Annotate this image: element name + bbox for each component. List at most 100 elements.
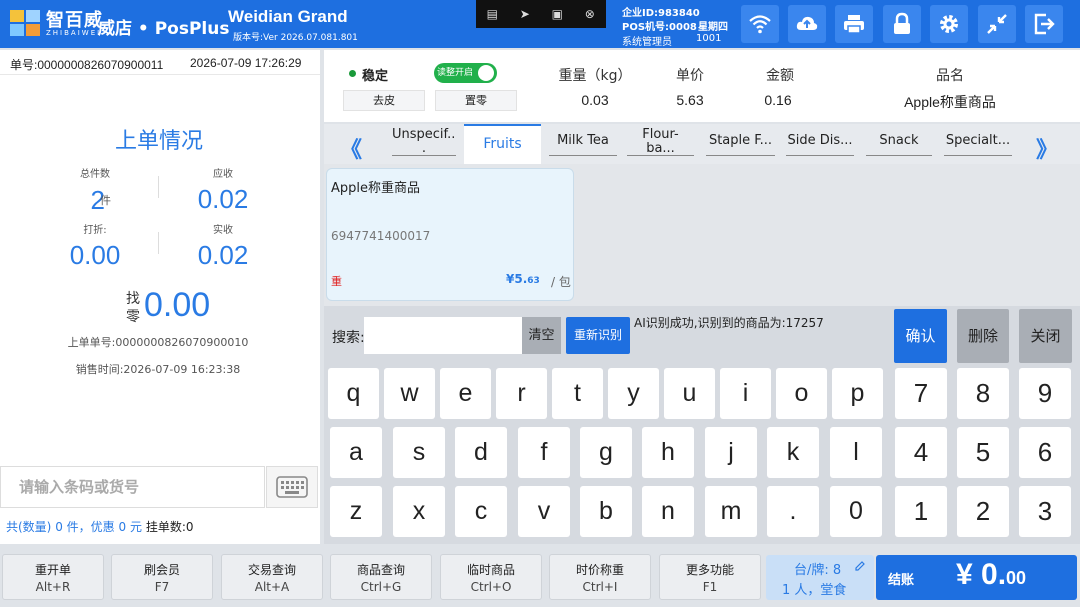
reopen-order-button[interactable]: 重开单 Alt+R xyxy=(2,554,104,600)
receivable-label: 应收 xyxy=(213,169,233,180)
keyboard-toggle-button[interactable] xyxy=(266,466,318,508)
key-h[interactable]: h xyxy=(642,427,694,478)
brand-logo xyxy=(8,6,42,42)
key-n[interactable]: n xyxy=(642,486,694,537)
toggle-knob xyxy=(478,65,494,81)
key-5[interactable]: 5 xyxy=(957,427,1009,478)
key-0[interactable]: 0 xyxy=(830,486,882,537)
brand-name-en: ZHIBAIWEI xyxy=(46,29,102,37)
tab-staple-food[interactable]: Staple F... xyxy=(706,127,775,156)
temp-product-button[interactable]: 临时商品 Ctrl+O xyxy=(440,554,542,600)
exit-button[interactable] xyxy=(1025,5,1063,43)
key-f[interactable]: f xyxy=(518,427,570,478)
lock-button[interactable] xyxy=(883,5,921,43)
key-r[interactable]: r xyxy=(496,368,547,419)
close-icon[interactable]: ⊗ xyxy=(579,7,601,21)
key-m[interactable]: m xyxy=(705,486,757,537)
search-input[interactable] xyxy=(364,317,522,354)
key-y[interactable]: y xyxy=(608,368,659,419)
tab-specialty[interactable]: Specialt... xyxy=(944,127,1012,156)
cloud-sync-button[interactable] xyxy=(788,5,826,43)
key-8[interactable]: 8 xyxy=(957,368,1009,419)
key-a[interactable]: a xyxy=(330,427,382,478)
key-l[interactable]: l xyxy=(830,427,882,478)
barcode-input[interactable]: 请输入条码或货号 xyxy=(0,466,265,508)
key-q[interactable]: q xyxy=(328,368,379,419)
key-k[interactable]: k xyxy=(767,427,819,478)
key-v[interactable]: v xyxy=(518,486,570,537)
key-3[interactable]: 3 xyxy=(1019,486,1071,537)
shortcut-label: Alt+R xyxy=(35,580,71,594)
key-9[interactable]: 9 xyxy=(1019,368,1071,419)
button-label: 商品查询 xyxy=(356,563,405,577)
price-weigh-button[interactable]: 时价称重 Ctrl+I xyxy=(549,554,651,600)
zero-button[interactable]: 置零 xyxy=(435,90,517,111)
more-functions-button[interactable]: 更多功能 F1 xyxy=(659,554,761,600)
tab-flour-based[interactable]: Flour- ba... xyxy=(627,127,694,156)
search-label: 搜索: xyxy=(332,330,365,346)
key-j[interactable]: j xyxy=(705,427,757,478)
key-dot[interactable]: . xyxy=(767,486,819,537)
product-query-button[interactable]: 商品查询 Ctrl+G xyxy=(330,554,432,600)
store-name: Weidian Grand xyxy=(228,7,348,26)
key-z[interactable]: z xyxy=(330,486,382,537)
minimize-button[interactable] xyxy=(978,5,1016,43)
divider xyxy=(158,232,159,254)
screenshot-icon[interactable]: ▤ xyxy=(481,7,503,21)
tabs-next-icon[interactable]: 》 xyxy=(1036,132,1058,164)
wifi-icon xyxy=(749,15,771,34)
key-w[interactable]: w xyxy=(384,368,435,419)
sale-time: 销售时间:2026-07-09 16:23:38 xyxy=(75,363,241,376)
pointer-icon[interactable]: ➤ xyxy=(514,7,536,21)
confirm-button[interactable]: 确认 xyxy=(894,309,947,363)
key-p[interactable]: p xyxy=(832,368,883,419)
key-t[interactable]: t xyxy=(552,368,603,419)
transaction-query-button[interactable]: 交易查询 Alt+A xyxy=(221,554,323,600)
shortcut-label: Ctrl+G xyxy=(360,580,402,594)
clear-button[interactable]: 清空 xyxy=(522,317,561,354)
re-recognize-button[interactable]: 重新识别 xyxy=(566,317,630,354)
delete-button[interactable]: 删除 xyxy=(957,309,1009,363)
settings-button[interactable] xyxy=(930,5,968,43)
previous-order-number: 上单单号:0000000826070900010 xyxy=(67,336,249,349)
button-label: 交易查询 xyxy=(247,563,296,577)
pending-count: 挂单数:0 xyxy=(145,520,194,534)
table-number: 台/牌: 8 xyxy=(794,563,842,578)
key-6[interactable]: 6 xyxy=(1019,427,1071,478)
key-b[interactable]: b xyxy=(580,486,632,537)
key-i[interactable]: i xyxy=(720,368,771,419)
tare-button[interactable]: 去皮 xyxy=(343,90,425,111)
wifi-button[interactable] xyxy=(741,5,779,43)
key-x[interactable]: x xyxy=(393,486,445,537)
tab-fruits[interactable]: Fruits xyxy=(464,124,541,164)
key-e[interactable]: e xyxy=(440,368,491,419)
key-1[interactable]: 1 xyxy=(895,486,947,537)
tab-side-dishes[interactable]: Side Dis... xyxy=(786,127,854,156)
product-card-unit: / 包 xyxy=(551,275,571,289)
key-c[interactable]: c xyxy=(455,486,507,537)
key-4[interactable]: 4 xyxy=(895,427,947,478)
total-count-label: 总件数 xyxy=(80,169,110,180)
checkout-button[interactable]: 结账 ¥ 0.00 xyxy=(876,555,1077,600)
table-info-button[interactable]: 台/牌: 8 1 人，堂食 xyxy=(766,555,874,600)
key-s[interactable]: s xyxy=(393,427,445,478)
tab-unspecified[interactable]: Unspecif... . xyxy=(392,127,456,156)
top-bar: 智百威 ZHIBAIWEI 威店 • PosPlus Weidian Grand… xyxy=(0,0,1080,48)
stable-label: 稳定 xyxy=(362,69,389,84)
key-7[interactable]: 7 xyxy=(895,368,947,419)
price-main: ¥5. xyxy=(506,272,528,286)
image-icon[interactable]: ▣ xyxy=(546,7,568,21)
price-cents: 63 xyxy=(527,276,540,286)
close-button[interactable]: 关闭 xyxy=(1019,309,1072,363)
key-u[interactable]: u xyxy=(664,368,715,419)
minimize-icon xyxy=(987,14,1007,34)
key-o[interactable]: o xyxy=(776,368,827,419)
printer-button[interactable] xyxy=(835,5,873,43)
key-2[interactable]: 2 xyxy=(957,486,1009,537)
key-g[interactable]: g xyxy=(580,427,632,478)
member-card-button[interactable]: 刷会员 F7 xyxy=(111,554,213,600)
key-d[interactable]: d xyxy=(455,427,507,478)
tab-milk-tea[interactable]: Milk Tea xyxy=(549,127,617,156)
tab-snack[interactable]: Snack xyxy=(866,127,932,156)
tabs-prev-icon[interactable]: 《 xyxy=(340,132,362,164)
